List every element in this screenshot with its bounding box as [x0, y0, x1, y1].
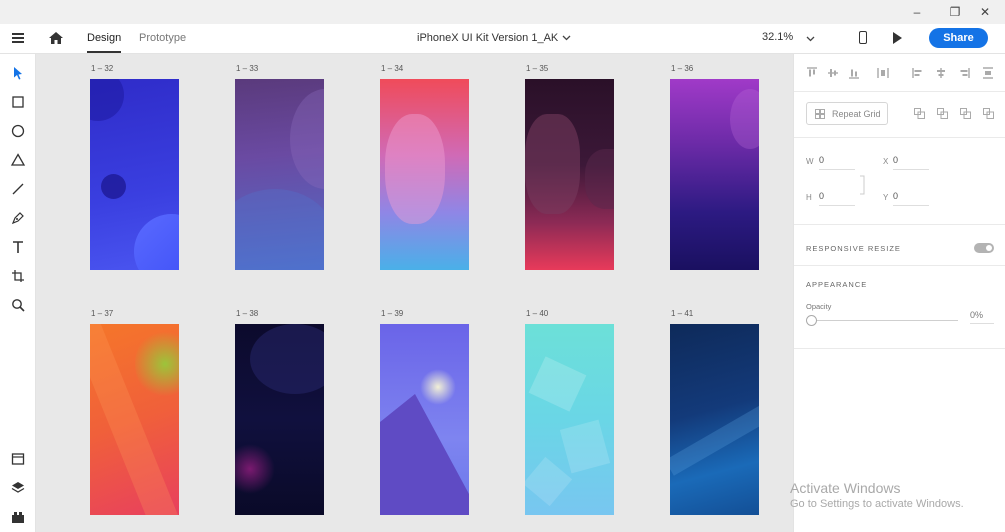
plugins-icon[interactable] — [10, 509, 26, 525]
watermark-title: Activate Windows — [790, 480, 901, 496]
canvas[interactable]: 1 – 32 1 – 33 1 – 34 1 – 35 1 – 36 1 – 3… — [36, 54, 793, 532]
opacity-slider-track[interactable] — [812, 320, 958, 321]
menu-icon[interactable] — [12, 33, 24, 43]
pen-icon[interactable] — [10, 210, 26, 226]
artboard-label[interactable]: 1 – 40 — [526, 309, 548, 318]
minimize-button[interactable]: – — [897, 0, 937, 24]
ellipse-icon[interactable] — [10, 123, 26, 139]
artboard-label[interactable]: 1 – 37 — [91, 309, 113, 318]
x-field[interactable]: 0 — [893, 155, 929, 170]
zoom-level[interactable]: 32.1% — [762, 31, 793, 43]
tab-prototype[interactable]: Prototype — [139, 32, 186, 44]
artboard-label[interactable]: 1 – 39 — [381, 309, 403, 318]
artboard-label[interactable]: 1 – 34 — [381, 64, 403, 73]
artboard-thumbnail[interactable] — [525, 324, 614, 515]
document-title-text: iPhoneX UI Kit Version 1_AK — [417, 32, 559, 44]
watermark-subtitle: Go to Settings to activate Windows. — [790, 498, 964, 510]
distribute-horizontal-icon[interactable] — [982, 67, 994, 79]
home-icon[interactable] — [48, 31, 64, 45]
artboard-icon[interactable] — [10, 268, 26, 284]
boolean-exclude-icon[interactable] — [983, 108, 994, 119]
artboard-label[interactable]: 1 – 41 — [671, 309, 693, 318]
divider — [794, 348, 1005, 349]
opacity-field[interactable]: 0% — [970, 310, 994, 324]
align-bottom-icon[interactable] — [848, 67, 860, 79]
y-field[interactable]: 0 — [893, 191, 929, 206]
width-label: W — [806, 157, 814, 166]
mountain-shape — [380, 394, 469, 515]
device-preview-icon[interactable] — [859, 31, 867, 44]
boolean-intersect-icon[interactable] — [960, 108, 971, 119]
play-icon[interactable] — [893, 32, 902, 44]
align-top-icon[interactable] — [806, 67, 818, 79]
artboard-thumbnail[interactable] — [235, 324, 324, 515]
align-center-icon[interactable] — [935, 67, 947, 79]
opacity-label: Opacity — [806, 302, 832, 311]
app-header: Design Prototype iPhoneX UI Kit Version … — [0, 24, 1005, 54]
document-title[interactable]: iPhoneX UI Kit Version 1_AK — [417, 32, 571, 44]
artboard-thumbnail[interactable] — [380, 324, 469, 515]
select-icon[interactable] — [10, 65, 26, 81]
zoom-icon[interactable] — [10, 297, 26, 313]
artboard-thumbnail[interactable] — [235, 79, 324, 270]
artboard-label[interactable]: 1 – 38 — [236, 309, 258, 318]
artboard-thumbnail[interactable] — [90, 79, 179, 270]
assets-icon[interactable] — [10, 451, 26, 467]
layers-icon[interactable] — [10, 480, 26, 496]
polygon-icon[interactable] — [10, 152, 26, 168]
artboard-label[interactable]: 1 – 35 — [526, 64, 548, 73]
artboard-thumbnail[interactable] — [670, 79, 759, 270]
artboard-thumbnail[interactable] — [525, 79, 614, 270]
artboard-thumbnail[interactable] — [90, 324, 179, 515]
divider — [794, 265, 1005, 266]
align-toolbar — [794, 54, 1005, 92]
width-field[interactable]: 0 — [819, 155, 855, 170]
distribute-vertical-icon[interactable] — [877, 67, 889, 79]
share-button[interactable]: Share — [929, 28, 988, 48]
divider — [794, 137, 1005, 138]
windows-watermark: Activate Windows Go to Settings to activ… — [790, 480, 964, 510]
chevron-down-icon[interactable] — [806, 36, 815, 42]
appearance-label: APPEARANCE — [806, 280, 868, 289]
artboard-label[interactable]: 1 – 32 — [91, 64, 113, 73]
repeat-grid-button[interactable]: Repeat Grid — [806, 102, 888, 125]
tab-design[interactable]: Design — [87, 32, 122, 53]
x-label: X — [883, 157, 889, 166]
align-left-icon[interactable] — [912, 67, 924, 79]
opacity-slider-handle[interactable] — [806, 315, 817, 326]
repeat-grid-label: Repeat Grid — [832, 108, 881, 119]
rectangle-icon[interactable] — [10, 94, 26, 110]
divider — [794, 224, 1005, 225]
property-inspector: Repeat Grid W 0 X 0 H 0 Y 0 RESPONSIVE R… — [793, 54, 1005, 532]
artboard-thumbnail[interactable] — [380, 79, 469, 270]
text-icon[interactable] — [10, 239, 26, 255]
align-right-icon[interactable] — [958, 67, 970, 79]
height-field[interactable]: 0 — [819, 191, 855, 206]
artboard-thumbnail[interactable] — [670, 324, 759, 515]
responsive-resize-toggle[interactable] — [974, 243, 994, 253]
artboard-label[interactable]: 1 – 36 — [671, 64, 693, 73]
align-middle-icon[interactable] — [827, 67, 839, 79]
chevron-down-icon[interactable] — [562, 35, 571, 41]
grid-icon — [815, 109, 825, 119]
height-label: H — [806, 193, 812, 202]
close-button[interactable]: ✕ — [965, 0, 1005, 24]
boolean-subtract-icon[interactable] — [937, 108, 948, 119]
artboard-label[interactable]: 1 – 33 — [236, 64, 258, 73]
responsive-resize-label: RESPONSIVE RESIZE — [806, 244, 901, 253]
y-label: Y — [883, 193, 889, 202]
title-bar: – ❐ ✕ — [0, 0, 1005, 24]
lock-aspect-icon[interactable] — [860, 174, 866, 196]
tool-bar — [0, 54, 36, 532]
line-icon[interactable] — [10, 181, 26, 197]
boolean-add-icon[interactable] — [914, 108, 925, 119]
